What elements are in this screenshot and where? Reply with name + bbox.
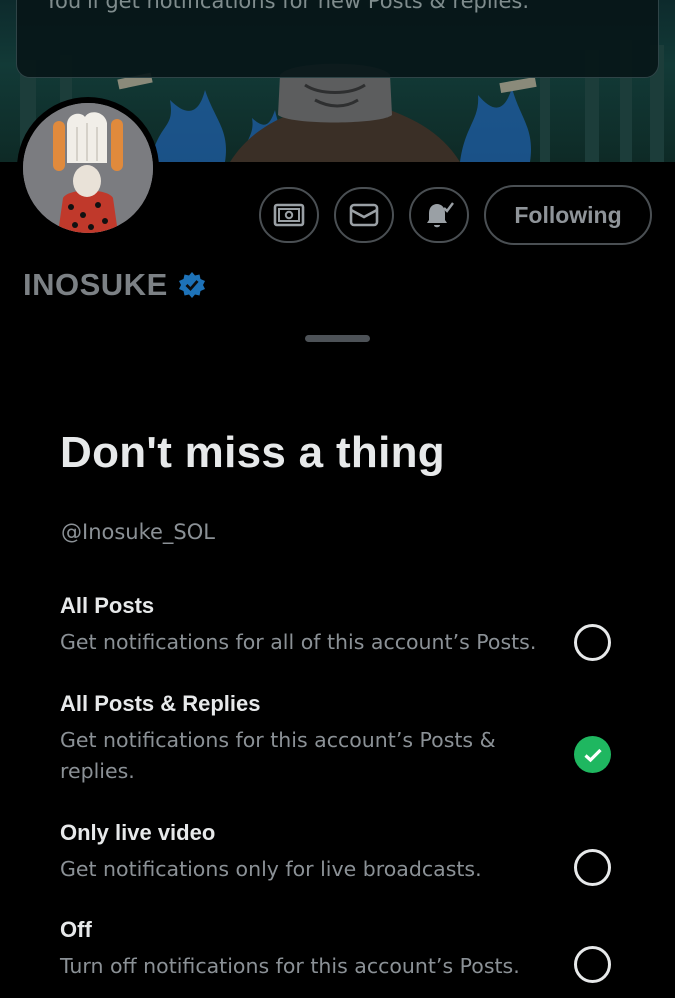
option-title: Off [60, 917, 92, 942]
radio-off[interactable] [574, 946, 611, 983]
tip-jar-icon [273, 203, 305, 227]
notification-toast: You'll get notifications for new Posts &… [16, 0, 659, 78]
radio-all-posts[interactable] [574, 624, 611, 661]
option-off[interactable]: Off Turn off notifications for this acco… [60, 917, 620, 982]
radio-all-posts-replies[interactable] [574, 736, 611, 773]
option-all-posts[interactable]: All Posts Get notifications for all of t… [60, 593, 620, 658]
message-button[interactable] [334, 187, 394, 243]
mail-icon [349, 203, 379, 227]
option-description: Get notifications only for live broadcas… [60, 857, 482, 881]
notifications-button[interactable] [409, 187, 469, 243]
sheet-drag-handle[interactable] [305, 335, 370, 342]
option-title: All Posts & Replies [60, 691, 261, 716]
verified-badge-icon [178, 272, 205, 298]
profile-name-row: INOSUKE [23, 267, 206, 303]
option-only-live-video[interactable]: Only live video Get notifications only f… [60, 820, 620, 885]
following-button[interactable]: Following [484, 185, 652, 245]
avatar[interactable] [17, 97, 159, 239]
checkmark-icon [583, 748, 602, 762]
option-description: Turn off notifications for this account’… [60, 954, 520, 978]
radio-only-live-video[interactable] [574, 849, 611, 886]
bell-check-icon [427, 202, 454, 228]
option-title: All Posts [60, 593, 155, 618]
display-name: INOSUKE [23, 267, 168, 302]
avatar-image [23, 103, 153, 233]
option-description: Get notifications for all of this accoun… [60, 630, 537, 654]
toast-message: You'll get notifications for new Posts &… [45, 0, 530, 13]
tip-button[interactable] [259, 187, 319, 243]
option-title: Only live video [60, 820, 216, 845]
sheet-title: Don't miss a thing [60, 428, 445, 477]
account-handle: @Inosuke_SOL [61, 520, 215, 544]
option-all-posts-replies[interactable]: All Posts & Replies Get notifications fo… [60, 691, 620, 787]
option-description: Get notifications for this account’s Pos… [60, 728, 496, 783]
